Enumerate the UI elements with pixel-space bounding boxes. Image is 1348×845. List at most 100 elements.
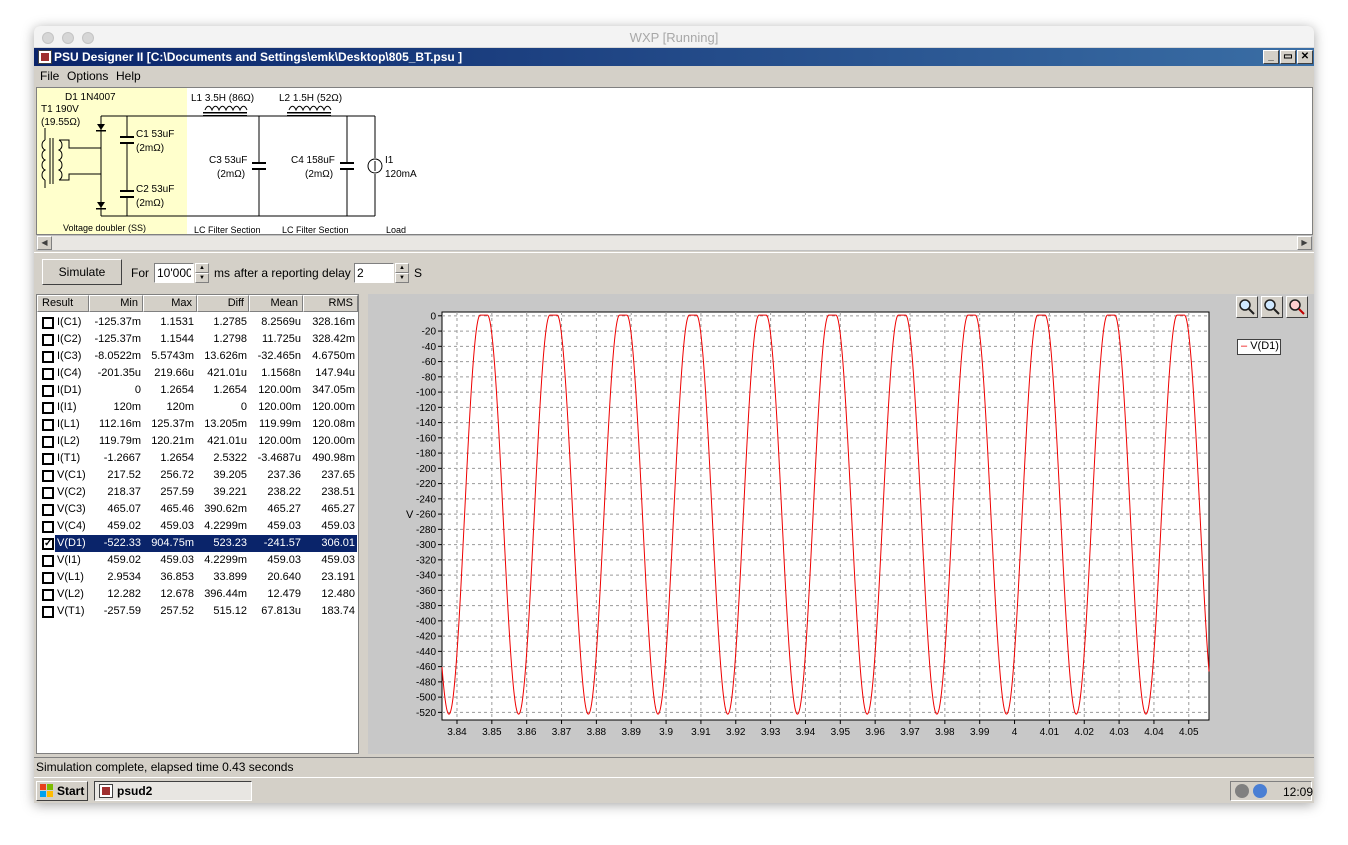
y-tick-label: -380 bbox=[416, 601, 436, 612]
table-row[interactable]: I(T1) -1.2667 1.2654 2.5322 -3.4687u 490.98m bbox=[37, 450, 358, 467]
delay-spinner[interactable]: ▲ ▼ bbox=[395, 263, 409, 283]
table-row[interactable]: V(C4) 459.02 459.03 4.2299m 459.03 459.03 bbox=[37, 518, 358, 535]
row-checkbox[interactable] bbox=[42, 555, 54, 567]
taskbar-item-psud2[interactable]: psud2 bbox=[94, 781, 252, 801]
row-max: 1.1544 bbox=[160, 333, 194, 345]
schematic-scrollbar[interactable]: ◀ ▶ bbox=[36, 235, 1313, 251]
row-mean: 119.99m bbox=[259, 418, 301, 430]
row-checkbox[interactable] bbox=[42, 453, 54, 465]
menu-file[interactable]: File bbox=[40, 69, 59, 83]
row-checkbox[interactable] bbox=[42, 504, 54, 516]
duration-down-button[interactable]: ▼ bbox=[195, 273, 209, 283]
maximize-button[interactable]: ▭ bbox=[1280, 50, 1296, 64]
delay-input[interactable] bbox=[354, 263, 394, 283]
row-rms: 183.74 bbox=[321, 605, 355, 617]
row-min: 218.37 bbox=[107, 486, 141, 498]
row-checkbox[interactable] bbox=[42, 487, 54, 499]
app-icon[interactable] bbox=[38, 50, 52, 64]
scroll-right-button[interactable]: ▶ bbox=[1297, 236, 1312, 250]
table-row[interactable]: V(L2) 12.282 12.678 396.44m 12.479 12.480 bbox=[37, 586, 358, 603]
row-min: 119.79m bbox=[99, 435, 141, 447]
duration-spinner[interactable]: ▲ ▼ bbox=[195, 263, 209, 283]
row-checkbox[interactable] bbox=[42, 436, 54, 448]
table-row[interactable]: ✓ V(D1) -522.33 904.75m 523.23 -241.57 306.01 bbox=[37, 535, 358, 552]
table-row[interactable]: I(C1) -125.37m 1.1531 1.2785 8.2569u 328.16m bbox=[37, 314, 358, 331]
legend[interactable]: – V(D1) bbox=[1237, 339, 1281, 355]
row-checkbox[interactable] bbox=[42, 368, 54, 380]
table-row[interactable]: V(C3) 465.07 465.46 390.62m 465.27 465.27 bbox=[37, 501, 358, 518]
table-row[interactable]: V(L1) 2.9534 36.853 33.899 20.640 23.191 bbox=[37, 569, 358, 586]
table-row[interactable]: V(I1) 459.02 459.03 4.2299m 459.03 459.03 bbox=[37, 552, 358, 569]
row-rms: 237.65 bbox=[321, 469, 355, 481]
zoom-out-button[interactable] bbox=[1261, 296, 1283, 318]
row-checkbox[interactable] bbox=[42, 334, 54, 346]
row-rms: 238.51 bbox=[321, 486, 355, 498]
row-highlight bbox=[55, 484, 357, 501]
row-checkbox[interactable] bbox=[42, 589, 54, 601]
column-diff[interactable]: Diff bbox=[197, 295, 249, 312]
column-mean[interactable]: Mean bbox=[249, 295, 303, 312]
row-diff: 13.626m bbox=[204, 350, 247, 362]
table-row[interactable]: I(I1) 120m 120m 0 120.00m 120.00m bbox=[37, 399, 358, 416]
table-row[interactable]: V(T1) -257.59 257.52 515.12 67.813u 183.74 bbox=[37, 603, 358, 620]
mac-titlebar: WXP [Running] bbox=[34, 26, 1314, 48]
graph-panel[interactable]: 0 -20 -40 -60 -80 -100 -120 -140 -160 -180 -200 -22… bbox=[368, 294, 1314, 754]
row-checkbox[interactable] bbox=[42, 385, 54, 397]
row-checkbox[interactable] bbox=[42, 419, 54, 431]
column-result[interactable]: Result bbox=[37, 295, 89, 312]
table-row[interactable]: I(D1) 0 1.2654 1.2654 120.00m 347.05m bbox=[37, 382, 358, 399]
delay-down-button[interactable]: ▼ bbox=[395, 273, 409, 283]
section-label-doubler: Voltage doubler (SS) bbox=[63, 223, 146, 233]
row-checkbox[interactable] bbox=[42, 521, 54, 533]
y-tick-label: -140 bbox=[416, 418, 436, 429]
zoom-in-button[interactable] bbox=[1236, 296, 1258, 318]
row-checkbox[interactable] bbox=[42, 317, 54, 329]
schematic-panel[interactable]: D1 1N4007 T1 190V (19.55Ω) C1 53uF (2mΩ)… bbox=[36, 87, 1313, 235]
column-rms[interactable]: RMS bbox=[303, 295, 358, 312]
duration-input[interactable] bbox=[154, 263, 194, 283]
network-icon[interactable] bbox=[1235, 784, 1249, 798]
scroll-left-button[interactable]: ◀ bbox=[37, 236, 52, 250]
table-row[interactable]: I(C3) -8.0522m 5.5743m 13.626m -32.465n 4.675… bbox=[37, 348, 358, 365]
table-row[interactable]: I(L1) 112.16m 125.37m 13.205m 119.99m 120.08m bbox=[37, 416, 358, 433]
row-checkbox[interactable] bbox=[42, 351, 54, 363]
row-min: 120m bbox=[113, 401, 141, 413]
row-rms: 347.05m bbox=[312, 384, 355, 396]
x-tick-label: 4.05 bbox=[1179, 727, 1199, 738]
table-row[interactable]: V(C1) 217.52 256.72 39.205 237.36 237.65 bbox=[37, 467, 358, 484]
duration-up-button[interactable]: ▲ bbox=[195, 263, 209, 273]
zoom-reset-button[interactable] bbox=[1286, 296, 1308, 318]
column-max[interactable]: Max bbox=[143, 295, 197, 312]
row-diff: 4.2299m bbox=[204, 554, 247, 566]
menu-options[interactable]: Options bbox=[67, 69, 108, 83]
delay-up-button[interactable]: ▲ bbox=[395, 263, 409, 273]
row-checkbox[interactable] bbox=[42, 402, 54, 414]
row-min: 12.282 bbox=[107, 588, 141, 600]
row-diff: 2.5322 bbox=[213, 452, 247, 464]
row-max: 120.21m bbox=[151, 435, 194, 447]
virtualbox-icon[interactable] bbox=[1253, 784, 1267, 798]
simulate-button[interactable]: Simulate bbox=[42, 259, 122, 285]
row-name: I(C3) bbox=[57, 350, 82, 362]
column-min[interactable]: Min bbox=[89, 295, 143, 312]
row-min: 459.02 bbox=[107, 520, 141, 532]
row-checkbox[interactable] bbox=[42, 470, 54, 482]
start-button[interactable]: Start bbox=[36, 781, 88, 801]
table-row[interactable]: I(C4) -201.35u 219.66u 421.01u 1.1568n 147.94… bbox=[37, 365, 358, 382]
plot-area[interactable]: 0 -20 -40 -60 -80 -100 -120 -140 -160 -180 -200 -22… bbox=[368, 294, 1314, 754]
i1-value-label: 120mA bbox=[385, 169, 417, 180]
row-highlight bbox=[55, 569, 357, 586]
table-row[interactable]: I(L2) 119.79m 120.21m 421.01u 120.00m 120.00m bbox=[37, 433, 358, 450]
row-mean: -241.57 bbox=[263, 537, 301, 549]
close-button[interactable]: ✕ bbox=[1297, 50, 1313, 64]
row-checkbox[interactable]: ✓ bbox=[42, 538, 54, 550]
minimize-button[interactable]: _ bbox=[1263, 50, 1279, 64]
x-tick-label: 4 bbox=[1012, 727, 1018, 738]
menu-help[interactable]: Help bbox=[116, 69, 141, 83]
results-table[interactable]: Result Min Max Diff Mean RMS I(C1) -125.3… bbox=[36, 294, 359, 754]
row-diff: 523.23 bbox=[213, 537, 247, 549]
row-checkbox[interactable] bbox=[42, 606, 54, 618]
table-row[interactable]: V(C2) 218.37 257.59 39.221 238.22 238.51 bbox=[37, 484, 358, 501]
row-checkbox[interactable] bbox=[42, 572, 54, 584]
table-row[interactable]: I(C2) -125.37m 1.1544 1.2798 11.725u 328.42m bbox=[37, 331, 358, 348]
